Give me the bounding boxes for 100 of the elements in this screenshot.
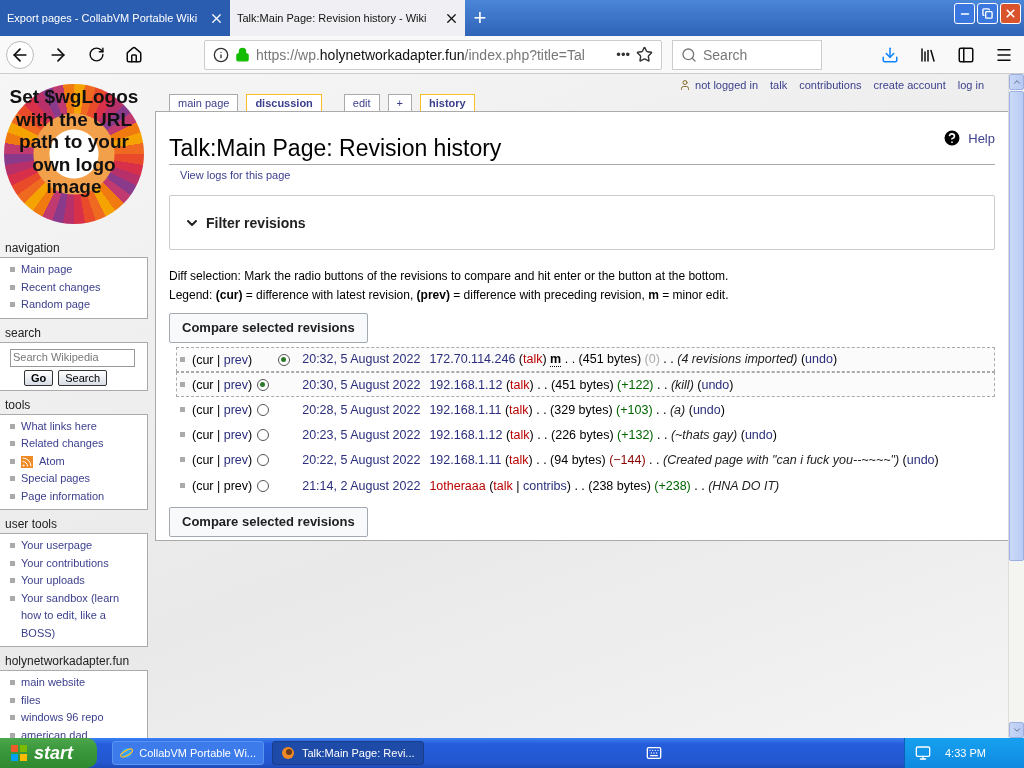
sidebar-link[interactable]: Your contributions <box>21 554 109 572</box>
filter-toggle[interactable]: Filter revisions <box>169 195 995 250</box>
search-input[interactable]: Search Wikipedia <box>10 348 135 367</box>
revision-link[interactable]: talk <box>510 377 530 392</box>
back-button[interactable] <box>6 40 34 69</box>
sidebar-link[interactable]: Main page <box>21 261 73 279</box>
radio-button[interactable] <box>256 479 269 492</box>
revision-link[interactable]: talk <box>509 402 529 417</box>
sidebar-link[interactable]: files <box>21 691 41 709</box>
radio-button[interactable] <box>256 403 269 416</box>
user-icon <box>679 79 692 91</box>
revision-link[interactable]: prev <box>223 402 249 417</box>
page-tab[interactable]: + <box>387 94 413 111</box>
personal-link[interactable]: log in <box>957 79 984 91</box>
sidebar-link[interactable]: american dad <box>21 726 88 738</box>
revision-link[interactable]: prev <box>223 377 249 392</box>
personal-link[interactable]: create account <box>873 79 946 91</box>
personal-link[interactable]: talk <box>770 79 788 91</box>
revision-link[interactable]: 20:23, 5 August 2022 <box>302 427 421 442</box>
taskbar-button[interactable]: CollabVM Portable Wi... <box>112 741 264 765</box>
revision-link[interactable]: talk <box>523 352 543 367</box>
start-button[interactable]: start <box>0 738 97 768</box>
sidebar-link[interactable]: Page information <box>21 487 105 505</box>
help-link[interactable]: Help <box>942 128 995 148</box>
compare-button[interactable]: Compare selected revisions <box>169 507 368 537</box>
radio-button[interactable] <box>277 353 290 366</box>
revision-link[interactable]: undo <box>744 427 773 442</box>
list-bullet <box>10 458 15 464</box>
revision-text: ( <box>504 427 511 442</box>
radio-button[interactable] <box>256 378 269 391</box>
sidebar-link[interactable]: Random page <box>21 296 91 314</box>
revision-link[interactable]: 1otheraaa <box>429 478 486 493</box>
info-icon[interactable] <box>213 46 229 63</box>
revision-text: ) <box>248 352 253 367</box>
address-field[interactable]: https://wp.holynetworkadapter.fun/index.php?title=Tal ••• <box>204 39 662 70</box>
keyboard-icon[interactable] <box>646 745 662 761</box>
revision-text: (cur | <box>192 352 222 367</box>
sidebar-link[interactable]: main website <box>21 674 86 692</box>
new-tab-button[interactable]: + <box>465 0 495 36</box>
page-tab[interactable]: main page <box>169 94 239 111</box>
sidebar-link[interactable]: What links here <box>21 417 97 435</box>
revision-link[interactable]: talk <box>510 427 530 442</box>
revision-link[interactable]: 192.168.1.12 <box>429 427 503 442</box>
revision-text: ) . . (329 bytes) <box>528 402 614 417</box>
browser-tab[interactable]: Talk:Main Page: Revision history - Wiki <box>230 0 465 36</box>
revision-link[interactable]: prev <box>223 427 249 442</box>
personal-link[interactable]: contributions <box>799 79 862 91</box>
revision-link[interactable]: 20:22, 5 August 2022 <box>302 452 421 467</box>
go-button[interactable]: Go <box>23 369 54 386</box>
network-icon[interactable] <box>915 745 931 761</box>
revision-text: ) <box>729 377 734 392</box>
sidebar-link[interactable]: Your sandbox (learn how to edit, like a BOSS) <box>21 589 133 642</box>
sidebar-link[interactable]: Special pages <box>21 470 91 488</box>
list-bullet <box>10 680 15 685</box>
revision-link[interactable]: 192.168.1.11 <box>429 452 502 467</box>
lock-icon <box>235 47 250 62</box>
page-tab[interactable]: edit <box>343 94 380 111</box>
revision-link[interactable]: 172.70.114.246 <box>429 352 516 367</box>
page-tab[interactable]: discussion <box>246 94 322 111</box>
search-button[interactable]: Search <box>58 369 108 386</box>
revision-link[interactable]: talk <box>493 478 513 493</box>
view-logs-link[interactable]: View logs for this page <box>180 169 995 181</box>
revision-link[interactable]: prev <box>223 452 249 467</box>
sidebar-link[interactable]: windows 96 repo <box>21 709 104 727</box>
scroll-thumb[interactable] <box>1009 91 1024 561</box>
search-field[interactable]: Search <box>672 39 822 70</box>
revision-text: ( <box>503 452 510 467</box>
revision-text: ( <box>517 352 523 367</box>
revision-link[interactable]: 192.168.1.11 <box>429 402 502 417</box>
restore-button[interactable] <box>977 3 998 24</box>
revision-link[interactable]: undo <box>906 452 935 467</box>
taskbar-button[interactable]: Talk:Main Page: Revi... <box>272 741 424 765</box>
revision-link[interactable]: undo <box>692 402 721 417</box>
radio-button[interactable] <box>256 428 269 441</box>
close-button[interactable] <box>1000 3 1021 24</box>
bookmark-star-icon[interactable] <box>636 46 653 63</box>
size-change: (+132) <box>617 427 654 442</box>
radio-button[interactable] <box>256 453 269 466</box>
compare-button[interactable]: Compare selected revisions <box>169 313 368 343</box>
browser-tab[interactable]: Export pages - CollabVM Portable Wiki <box>0 0 230 36</box>
sidebar-link[interactable]: Your uploads <box>21 572 85 590</box>
revision-link[interactable]: talk <box>509 452 529 467</box>
sidebar-link[interactable]: Atom <box>39 452 65 470</box>
minimize-button[interactable] <box>954 3 975 24</box>
revision-link[interactable]: undo <box>701 377 730 392</box>
revision-link[interactable]: 20:30, 5 August 2022 <box>302 377 421 392</box>
revision-link[interactable]: 20:28, 5 August 2022 <box>302 402 421 417</box>
revision-link[interactable]: 21:14, 2 August 2022 <box>302 478 421 493</box>
sidebar-link[interactable]: Related changes <box>21 435 104 453</box>
revision-link[interactable]: contribs <box>523 478 567 493</box>
library-icon <box>919 45 937 64</box>
sidebar-link[interactable]: Your userpage <box>21 537 93 555</box>
revision-link[interactable]: 20:32, 5 August 2022 <box>302 352 421 367</box>
page-tab[interactable]: history <box>420 94 475 111</box>
revision-link[interactable]: prev <box>223 352 249 367</box>
sidebar-link[interactable]: Recent changes <box>21 278 101 296</box>
revision-link[interactable]: undo <box>805 352 833 367</box>
list-bullet <box>10 715 15 720</box>
revision-link[interactable]: 192.168.1.12 <box>429 377 503 392</box>
page-actions-button[interactable]: ••• <box>616 47 630 62</box>
